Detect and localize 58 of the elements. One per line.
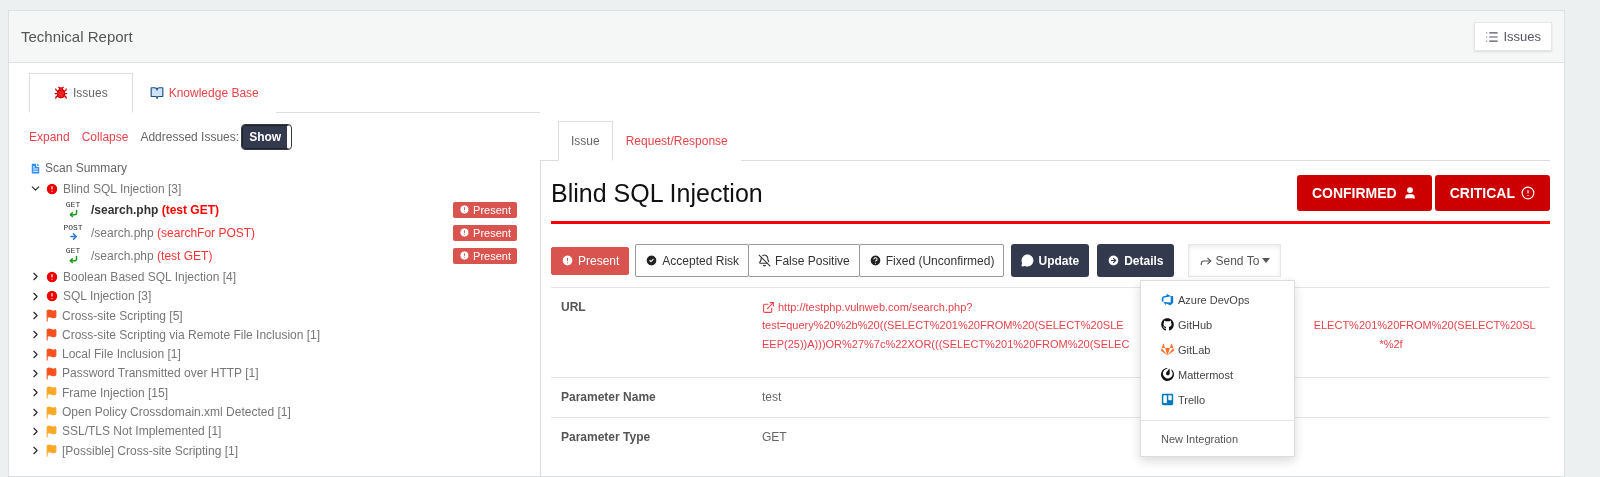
new-integration-link[interactable]: New Integration [1141,420,1294,456]
menu-item[interactable]: GitHub [1141,312,1294,337]
field-label: URL [560,300,586,314]
field-label: Parameter Name [560,390,656,404]
tree-item[interactable]: Open Policy Crossdomain.xml Detected [1] [62,405,291,419]
tree-item[interactable]: Blind SQL Injection [3] [63,181,182,196]
url-link[interactable]: test=query%20%2b%20((SELECT%201%20FROM%20(SELECT%20SLE [762,318,1124,333]
url-link[interactable]: EEP(25))A)))OR%27%7c%22XOR(((SELECT%201%20FROM%20(SELEC [762,336,1130,351]
status-badge: Present [453,224,517,241]
tree-item[interactable]: Boolean Based SQL Injection [4] [63,269,236,284]
file-path: /search.php (test GET) [91,248,213,263]
panel-title: Technical Report [21,28,133,45]
state-button[interactable]: False Positive [748,244,860,277]
show-toggle[interactable]: Show [242,125,292,149]
tree-item[interactable]: Password Transmitted over HTTP [1] [62,366,259,381]
tree-leaf[interactable]: GET /search.php (test GET) Present [29,244,540,268]
status-badge: Present [453,247,517,264]
field-value: GET [762,430,787,444]
tree-item[interactable]: Cross-site Scripting [5] [62,308,183,323]
status-badge: CONFIRMED [1296,175,1432,211]
menu-item[interactable]: Mattermost [1141,362,1294,387]
tree-item[interactable]: Cross-site Scripting via Remote File Inclusion [1] [62,327,321,342]
method-label: GET [65,247,81,256]
issues-button[interactable]: Issues [1474,22,1552,51]
send-to-button[interactable]: Send To [1187,244,1282,277]
scan-summary-link[interactable]: Scan Summary [45,161,128,175]
action-button[interactable]: Update [1011,244,1090,277]
status-badge: Present [453,201,517,218]
method-label: GET [65,201,81,210]
url-link[interactable]: ELECT%201%20FROM%20(SELECT%20SL [1313,318,1536,333]
url-link[interactable]: http://testphp.vulnweb.com/search.php? [778,300,973,315]
file-path: /search.php (test GET) [91,202,220,217]
expand-link[interactable]: Expand [29,130,70,144]
tab[interactable]: Issues [29,73,133,113]
menu-item[interactable]: GitLab [1141,337,1294,362]
tree-item[interactable]: SSL/TLS Not Implemented [1] [62,424,222,439]
state-button[interactable]: Fixed (Unconfirmed) [858,244,1005,277]
menu-item[interactable]: Trello [1141,387,1294,412]
tree-item[interactable]: Local File Inclusion [1] [62,347,181,362]
tree-item[interactable]: SQL Injection [3] [63,289,152,304]
url-link[interactable]: *%2f [1379,336,1403,351]
tree-item[interactable]: [Possible] Cross-site Scripting [1] [62,443,239,458]
state-button[interactable]: Present [551,246,630,275]
tree-leaf[interactable]: GET /search.php (test GET) Present [29,198,540,222]
toggle-label: Addressed Issues: [140,130,240,144]
state-button[interactable]: Accepted Risk [635,244,750,277]
collapse-link[interactable]: Collapse [81,130,129,144]
menu-item[interactable]: Azure DevOps [1141,287,1294,312]
action-button[interactable]: Details [1097,244,1174,277]
status-badge: CRITICAL [1434,175,1550,211]
issue-title: Blind SQL Injection [551,178,763,208]
method-label: POST [63,224,83,233]
tab[interactable]: Issue [558,121,613,161]
tree-leaf[interactable]: POST /search.php (searchFor POST) Present [29,221,540,245]
tree-item[interactable]: Frame Injection [15] [62,385,169,400]
field-value: test [762,390,782,404]
field-label: Parameter Type [560,430,651,444]
file-path: /search.php (searchFor POST) [91,225,256,240]
